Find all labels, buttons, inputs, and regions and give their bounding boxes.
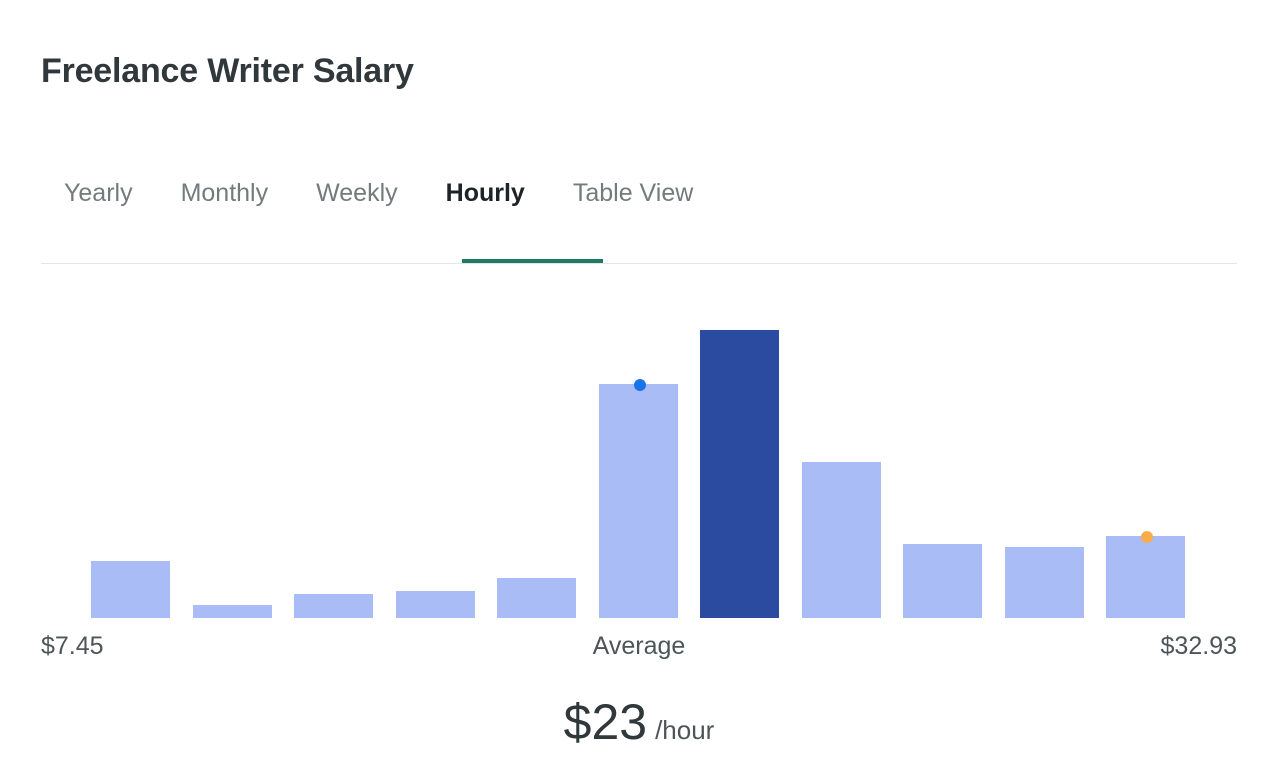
orange-marker — [1140, 531, 1153, 543]
blue-marker — [633, 379, 646, 391]
chart-bar[interactable] — [700, 330, 779, 618]
chart-bar[interactable] — [802, 462, 881, 618]
chart-bar[interactable] — [599, 384, 678, 618]
axis-max-label: $32.93 — [1160, 632, 1237, 660]
chart-bar[interactable] — [396, 591, 475, 618]
chart-bar[interactable] — [1005, 547, 1084, 618]
chart-bar[interactable] — [294, 594, 373, 618]
summary-value: $23/hour — [0, 694, 1278, 750]
salary-page: Freelance Writer Salary Yearly Monthly W… — [0, 0, 1278, 777]
chart-bar[interactable] — [497, 578, 576, 618]
chart-bar[interactable] — [903, 544, 982, 618]
summary-amount: $23 — [563, 694, 648, 750]
chart-bar[interactable] — [1106, 536, 1185, 618]
axis-average-label: Average — [592, 632, 686, 660]
chart-bar[interactable] — [193, 605, 272, 618]
chart-bar[interactable] — [91, 561, 170, 618]
summary-unit: /hour — [655, 715, 715, 745]
